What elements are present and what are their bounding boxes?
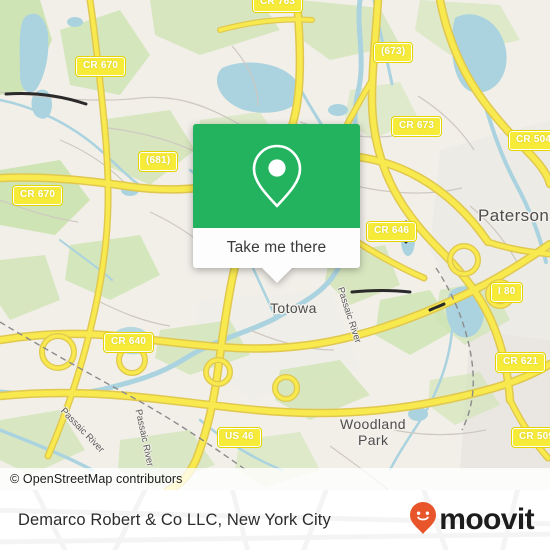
road-shield-673[interactable]: (673): [372, 42, 414, 63]
road-shield-cr-509[interactable]: CR 509: [510, 427, 550, 448]
location-title: Demarco Robert & Co LLC, New York City: [18, 510, 331, 529]
road-shield-cr-621[interactable]: CR 621: [494, 352, 547, 373]
moovit-wordmark: moovit: [439, 503, 534, 536]
map-attribution-bar: © OpenStreetMap contributors: [0, 468, 550, 490]
road-shield-us-46[interactable]: US 46: [217, 427, 262, 448]
road-shield-cr-504[interactable]: CR 504: [507, 130, 550, 151]
road-shield-cr-640[interactable]: CR 640: [102, 332, 155, 353]
footer-bar: Demarco Robert & Co LLC, New York City m…: [0, 490, 550, 550]
popup-pointer-tail: [260, 267, 293, 283]
location-popup-card[interactable]: Take me there: [193, 124, 360, 283]
road-shield-cr-646[interactable]: CR 646: [365, 221, 418, 242]
take-me-there-label: Take me there: [226, 239, 327, 256]
road-shield-681[interactable]: (681): [137, 151, 179, 172]
road-shield-cr-673[interactable]: CR 673: [390, 116, 443, 137]
road-shield-cr-670-west[interactable]: CR 670: [11, 185, 64, 206]
road-shield-cr-763-clipped[interactable]: CR 763: [251, 0, 304, 13]
location-pin-icon: [248, 142, 306, 210]
road-shield-cr-670-north[interactable]: CR 670: [74, 56, 127, 77]
osm-attribution-text[interactable]: © OpenStreetMap contributors: [10, 472, 183, 486]
road-shield-i-80[interactable]: I 80: [489, 282, 524, 303]
moovit-smiley-pin-icon: [409, 501, 437, 540]
moovit-logo[interactable]: moovit: [409, 501, 535, 540]
popup-icon-area: [193, 124, 360, 228]
popup-action-area[interactable]: Take me there: [193, 228, 360, 268]
map-screenshot: CR 670 CR 670 (681) CR 763 (673) CR 673 …: [0, 0, 550, 550]
map-canvas[interactable]: CR 670 CR 670 (681) CR 763 (673) CR 673 …: [0, 0, 550, 490]
